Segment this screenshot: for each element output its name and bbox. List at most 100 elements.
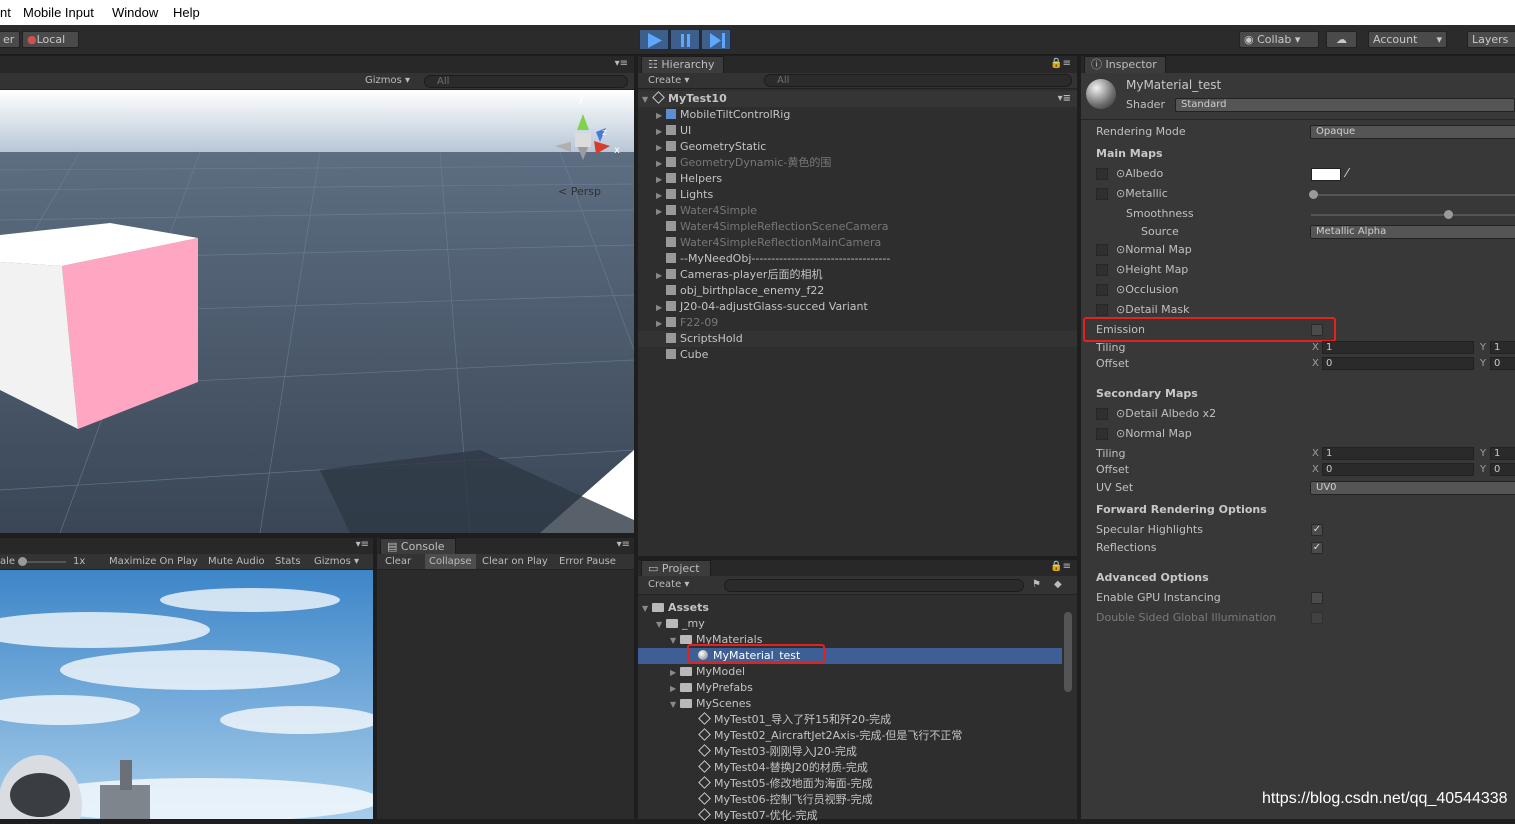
collab-dropdown[interactable]: ◉ Collab ▾ (1239, 31, 1319, 48)
tiling-x-field[interactable]: 1 (1322, 341, 1474, 354)
expand-arrow-icon[interactable]: ▶ (656, 204, 666, 220)
expand-arrow-icon[interactable]: ▼ (642, 92, 652, 108)
project-create-dropdown[interactable]: Create ▾ (648, 579, 689, 590)
filter-type-icon[interactable]: ⚑ (1032, 579, 1041, 590)
hierarchy-item[interactable]: ▶ J20-04-adjustGlass-succed Variant (638, 299, 1077, 315)
hierarchy-item[interactable]: Water4SimpleReflectionMainCamera (638, 235, 1077, 251)
normal-map-slot[interactable] (1096, 244, 1108, 256)
mymodel-folder[interactable]: ▶ MyModel (670, 664, 745, 680)
hierarchy-item[interactable]: ▶ F22-09 (638, 315, 1077, 331)
expand-arrow-icon[interactable]: ▶ (656, 172, 666, 188)
gizmos-dropdown[interactable]: Gizmos ▾ (365, 75, 410, 86)
expand-arrow-icon[interactable]: ▶ (670, 681, 680, 697)
uv-set-dropdown[interactable]: UV0 (1310, 481, 1515, 495)
height-map-slot[interactable] (1096, 264, 1108, 276)
panel-menu-icon[interactable]: ▾≡ (617, 539, 630, 550)
expand-arrow-icon[interactable]: ▼ (656, 617, 666, 633)
scene-root-row[interactable]: ▼ MyTest10 ▾≡ (638, 91, 1077, 107)
metallic-slider-thumb[interactable] (1309, 190, 1318, 199)
expand-arrow-icon[interactable]: ▶ (670, 665, 680, 681)
hierarchy-item[interactable]: obj_birthplace_enemy_f22 (638, 283, 1077, 299)
pivot-toggle[interactable]: er (0, 31, 20, 48)
smoothness-slider-thumb[interactable] (1444, 210, 1453, 219)
expand-arrow-icon[interactable]: ▶ (656, 316, 666, 332)
specular-highlights-checkbox[interactable]: ✓ (1311, 524, 1323, 536)
detail-albedo-slot[interactable] (1096, 408, 1108, 420)
clear-on-play-toggle[interactable]: Clear on Play (482, 556, 548, 567)
menu-item-help[interactable]: Help (173, 5, 200, 20)
hierarchy-item[interactable]: ▶ GeometryDynamic-黄色的围 (638, 155, 1077, 171)
albedo-color-swatch[interactable] (1311, 168, 1341, 181)
project-search-input[interactable] (724, 579, 1024, 592)
persp-label[interactable]: < Persp (558, 185, 601, 198)
project-scrollbar[interactable] (1064, 612, 1072, 692)
offset-y-field[interactable]: 0 (1490, 357, 1515, 370)
error-pause-toggle[interactable]: Error Pause (559, 556, 616, 567)
myprefabs-folder[interactable]: ▶ MyPrefabs (670, 680, 753, 696)
menu-item-nt[interactable]: nt (0, 5, 11, 20)
expand-arrow-icon[interactable]: ▶ (656, 124, 666, 140)
hierarchy-item[interactable]: ▶ MobileTiltControlRig (638, 107, 1077, 123)
hierarchy-item[interactable]: ▶ UI (638, 123, 1077, 139)
metallic-slider[interactable] (1311, 194, 1515, 196)
play-button[interactable] (639, 29, 669, 50)
clear-button[interactable]: Clear (385, 556, 411, 567)
tab-console[interactable]: ▤ Console (380, 538, 456, 555)
secondary-normal-slot[interactable] (1096, 428, 1108, 440)
scale-slider-thumb[interactable] (18, 557, 27, 566)
hierarchy-item[interactable]: ScriptsHold (638, 331, 1077, 347)
expand-arrow-icon[interactable]: ▶ (656, 140, 666, 156)
scene-file-item[interactable]: MyTest05-修改地面为海面-完成 (698, 776, 873, 792)
double-sided-gi-checkbox[interactable] (1311, 612, 1323, 624)
layers-dropdown[interactable]: Layers (1467, 31, 1515, 48)
smoothness-slider[interactable] (1311, 214, 1515, 216)
expand-arrow-icon[interactable]: ▶ (656, 156, 666, 172)
rendering-mode-dropdown[interactable]: Opaque (1310, 125, 1515, 139)
tab-inspector[interactable]: ⓘ Inspector (1084, 56, 1166, 73)
shader-dropdown[interactable]: Standard (1175, 98, 1515, 112)
scene-file-item[interactable]: MyTest06-控制飞行员视野-完成 (698, 792, 873, 808)
sec-tiling-y-field[interactable]: 1 (1490, 447, 1515, 460)
hierarchy-item[interactable]: --MyNeedObj-----------------------------… (638, 251, 1077, 267)
expand-arrow-icon[interactable]: ▶ (656, 188, 666, 204)
tab-project[interactable]: ▭ Project (641, 560, 711, 577)
pause-button[interactable] (670, 29, 700, 50)
scene-file-item[interactable]: MyTest01_导入了歼15和歼20-完成 (698, 712, 891, 728)
expand-arrow-icon[interactable]: ▶ (656, 108, 666, 124)
hierarchy-item[interactable]: ▶ Lights (638, 187, 1077, 203)
scene-file-item[interactable]: MyTest02_AircraftJet2Axis-完成-但是飞行不正常 (698, 728, 962, 744)
expand-arrow-icon[interactable]: ▶ (656, 300, 666, 316)
albedo-texture-slot[interactable] (1096, 168, 1108, 180)
sec-offset-y-field[interactable]: 0 (1490, 463, 1515, 476)
hierarchy-item[interactable]: Water4SimpleReflectionSceneCamera (638, 219, 1077, 235)
filter-label-icon[interactable]: ◆ (1054, 579, 1062, 590)
source-dropdown[interactable]: Metallic Alpha (1310, 225, 1515, 239)
scene-menu-icon[interactable]: ▾≡ (1058, 91, 1071, 107)
stats-toggle[interactable]: Stats (275, 556, 301, 567)
lock-icon[interactable]: 🔒≡ (1050, 58, 1071, 69)
metallic-texture-slot[interactable] (1096, 188, 1108, 200)
expand-arrow-icon[interactable]: ▶ (656, 268, 666, 284)
hierarchy-item[interactable]: ▶ GeometryStatic (638, 139, 1077, 155)
local-toggle[interactable]: ●Local (22, 31, 79, 48)
sec-offset-x-field[interactable]: 0 (1322, 463, 1474, 476)
reflections-checkbox[interactable]: ✓ (1311, 542, 1323, 554)
menu-item-mobile-input[interactable]: Mobile Input (23, 5, 94, 20)
eyedropper-icon[interactable]: ⁄ (1346, 166, 1348, 180)
hierarchy-item[interactable]: ▶ Water4Simple (638, 203, 1077, 219)
expand-arrow-icon[interactable]: ▼ (670, 633, 680, 649)
panel-menu-icon[interactable]: ▾≡ (356, 539, 369, 550)
account-dropdown[interactable]: Account ▾ (1368, 31, 1447, 48)
hierarchy-item[interactable]: ▶ Helpers (638, 171, 1077, 187)
scene-viewport[interactable]: y x z < Persp (0, 90, 634, 533)
scene-file-item[interactable]: MyTest03-刚刚导入J20-完成 (698, 744, 857, 760)
hierarchy-item[interactable]: ▶ Cameras-player后面的相机 (638, 267, 1077, 283)
hierarchy-create-dropdown[interactable]: Create ▾ (648, 75, 689, 86)
hierarchy-search-input[interactable]: All (764, 74, 1072, 87)
assets-folder[interactable]: ▼ Assets (642, 600, 709, 616)
lock-icon[interactable]: 🔒≡ (1050, 561, 1071, 572)
cloud-button[interactable]: ☁ (1326, 31, 1357, 48)
maximize-on-play-toggle[interactable]: Maximize On Play (109, 556, 198, 567)
menu-item-window[interactable]: Window (112, 5, 158, 20)
step-button[interactable] (701, 29, 731, 50)
